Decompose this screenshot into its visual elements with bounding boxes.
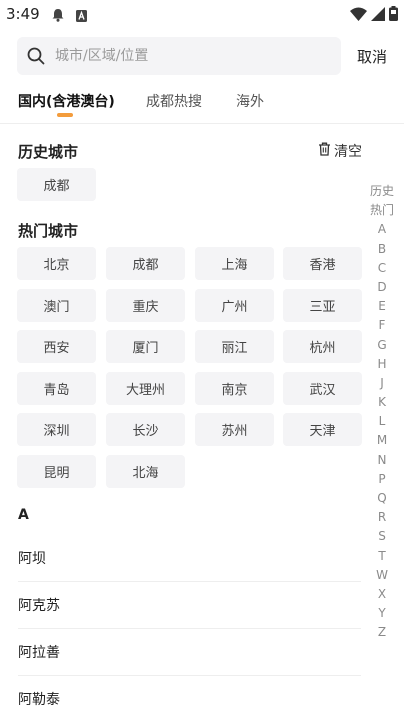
hot-city-chip[interactable]: 广州 — [195, 289, 274, 322]
hot-city-chip[interactable]: 天津 — [283, 413, 362, 446]
index-item[interactable]: 历史 — [370, 182, 394, 201]
index-item[interactable]: P — [378, 470, 385, 489]
index-item[interactable]: S — [378, 527, 386, 546]
index-item[interactable]: M — [377, 431, 387, 450]
clear-history-button[interactable]: 清空 — [318, 141, 362, 161]
hot-section-title: 热门城市 — [18, 222, 79, 240]
hot-city-chip[interactable]: 深圳 — [17, 413, 96, 446]
active-tab-indicator — [57, 113, 73, 117]
index-item[interactable]: 热门 — [370, 201, 394, 220]
hot-city-chip[interactable]: 北海 — [106, 455, 185, 488]
tab-domestic[interactable]: 国内(含港澳台) — [18, 91, 115, 111]
hot-city-chip[interactable]: 上海 — [195, 247, 274, 280]
index-item[interactable]: D — [377, 278, 386, 297]
hot-city-chip[interactable]: 大理州 — [106, 372, 185, 405]
hot-city-chip[interactable]: 南京 — [195, 372, 274, 405]
history-section-title: 历史城市 — [18, 143, 79, 161]
index-item[interactable]: J — [380, 374, 384, 393]
search-icon — [27, 47, 45, 65]
index-item[interactable]: K — [378, 393, 386, 412]
hot-city-chip[interactable]: 厦门 — [106, 330, 185, 363]
tab-overseas[interactable]: 海外 — [236, 91, 264, 111]
wifi-icon — [350, 6, 367, 25]
hot-city-chip[interactable]: 西安 — [17, 330, 96, 363]
hot-city-chip[interactable]: 青岛 — [17, 372, 96, 405]
hot-city-chip[interactable]: 苏州 — [195, 413, 274, 446]
hot-city-chip[interactable]: 昆明 — [17, 455, 96, 488]
sim-a-icon — [76, 7, 87, 26]
hot-city-chip[interactable]: 北京 — [17, 247, 96, 280]
index-item[interactable]: N — [378, 451, 387, 470]
history-city-chip[interactable]: 成都 — [17, 168, 96, 201]
city-list-item[interactable]: 阿拉善 — [18, 629, 361, 676]
status-time: 3:49 — [6, 5, 40, 23]
index-item[interactable]: G — [377, 336, 386, 355]
hot-city-chip[interactable]: 长沙 — [106, 413, 185, 446]
tab-bar: 国内(含港澳台) 成都热搜 海外 — [0, 88, 404, 124]
index-item[interactable]: C — [378, 259, 386, 278]
hot-city-chip[interactable]: 武汉 — [283, 372, 362, 405]
cancel-button[interactable]: 取消 — [357, 46, 387, 67]
hot-city-chip[interactable]: 杭州 — [283, 330, 362, 363]
hot-city-chip[interactable]: 丽江 — [195, 330, 274, 363]
search-input[interactable] — [55, 37, 325, 75]
hot-city-chip[interactable]: 香港 — [283, 247, 362, 280]
letter-section-header: A — [18, 507, 29, 523]
city-list-item[interactable]: 阿克苏 — [18, 582, 361, 629]
battery-icon — [389, 6, 398, 25]
index-item[interactable]: F — [379, 316, 386, 335]
hot-city-chip[interactable]: 成都 — [106, 247, 185, 280]
hot-city-chip[interactable]: 重庆 — [106, 289, 185, 322]
index-item[interactable]: B — [378, 240, 386, 259]
index-item[interactable]: H — [377, 355, 386, 374]
hot-city-chip[interactable]: 澳门 — [17, 289, 96, 322]
clear-label: 清空 — [334, 144, 362, 160]
alphabet-index-bar: 历史 热门 A B C D E F G H J K L M N P Q R S … — [366, 182, 398, 643]
search-box[interactable] — [17, 37, 341, 75]
city-list-item[interactable]: 阿勒泰 — [18, 676, 361, 720]
index-item[interactable]: A — [378, 220, 386, 239]
index-item[interactable]: X — [378, 585, 386, 604]
index-item[interactable]: Z — [378, 623, 386, 642]
index-item[interactable]: W — [376, 566, 388, 585]
index-item[interactable]: E — [378, 297, 386, 316]
index-item[interactable]: Y — [378, 604, 385, 623]
trash-icon — [318, 142, 331, 160]
city-list-item[interactable]: 阿坝 — [18, 535, 361, 582]
index-item[interactable]: T — [378, 547, 385, 566]
status-bar: 3:49 — [0, 0, 404, 28]
tab-chengdu-hot-search[interactable]: 成都热搜 — [146, 91, 202, 111]
index-item[interactable]: R — [378, 508, 386, 527]
notification-bell-icon — [52, 7, 64, 26]
index-item[interactable]: L — [379, 412, 386, 431]
hot-city-chip[interactable]: 三亚 — [283, 289, 362, 322]
signal-icon — [371, 6, 385, 25]
index-item[interactable]: Q — [377, 489, 386, 508]
